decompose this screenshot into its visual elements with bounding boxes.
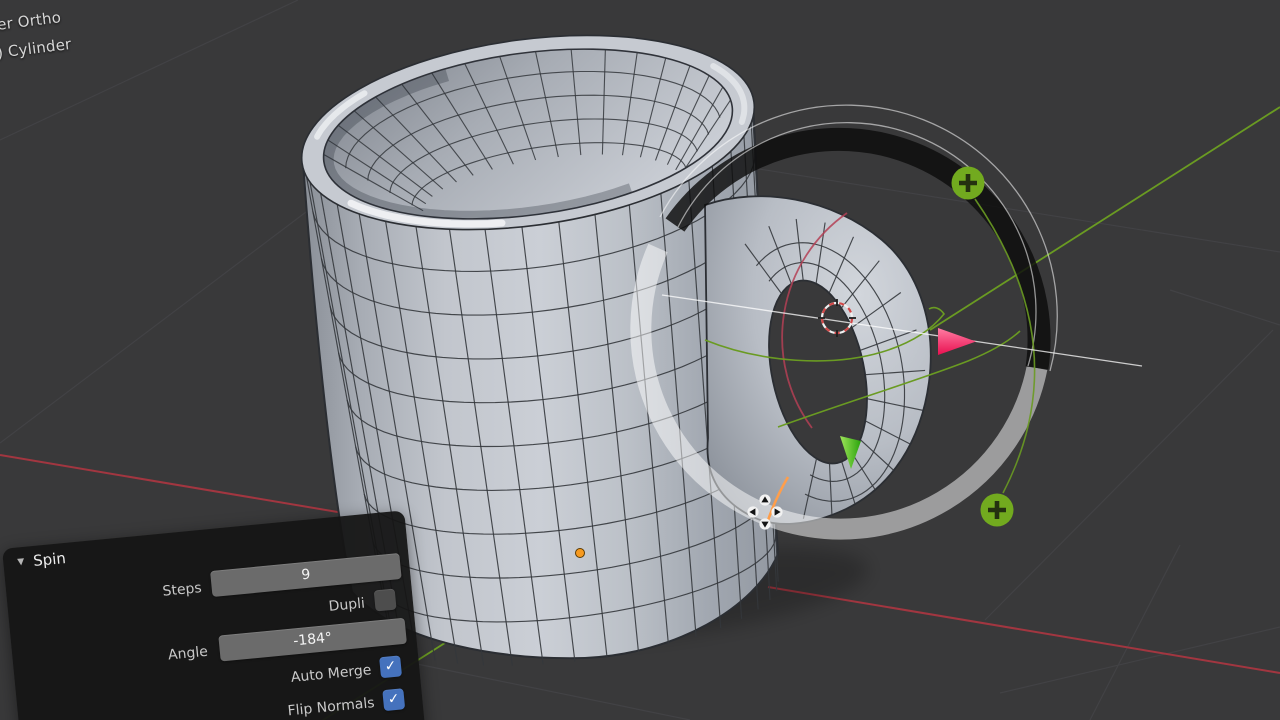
steps-label: Steps xyxy=(161,580,203,600)
dupli-checkbox[interactable]: ✓ xyxy=(373,588,397,612)
object-origin-dot xyxy=(575,548,585,558)
angle-label: Angle xyxy=(167,643,209,664)
spin-panel-header[interactable]: ▼ Spin xyxy=(17,549,67,572)
dupli-label: Dupli xyxy=(327,595,366,615)
panel-title: Spin xyxy=(32,548,67,571)
panel-collapse-icon[interactable]: ▼ xyxy=(17,557,25,568)
flip-normals-label: Flip Normals xyxy=(286,695,376,720)
blender-3d-viewport: er Ortho ) Cylinder ▼ Spin Steps 9 Dupli… xyxy=(0,0,1280,720)
add-spin-step-button-top[interactable] xyxy=(951,166,985,200)
add-spin-step-button-bottom[interactable] xyxy=(980,493,1014,527)
steps-field[interactable]: 9 xyxy=(210,552,402,598)
auto-merge-label: Auto Merge xyxy=(290,662,373,686)
flip-normals-checkbox[interactable]: ✓ xyxy=(382,688,406,712)
angle-field[interactable]: -184° xyxy=(218,617,407,662)
auto-merge-checkbox[interactable]: ✓ xyxy=(379,655,403,679)
